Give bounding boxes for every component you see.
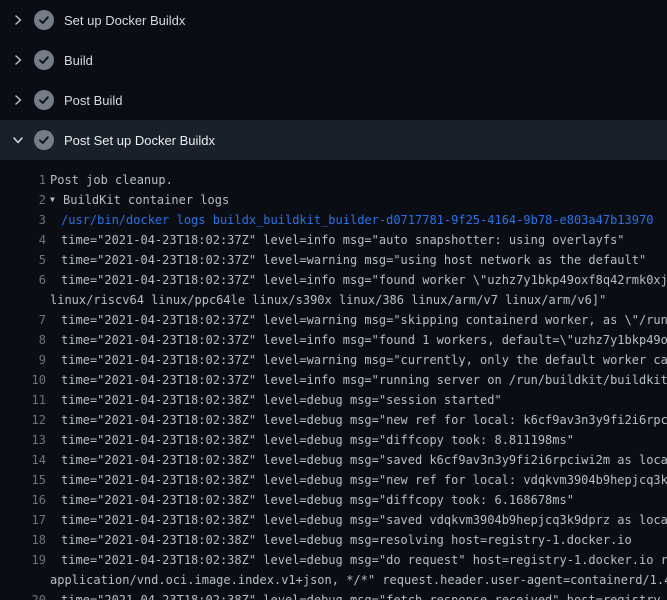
log-line-text: linux/riscv64 linux/ppc64le linux/s390x … [50, 290, 667, 310]
step-row-build[interactable]: Build [0, 40, 667, 80]
step-row-post-set-up-docker-buildx[interactable]: Post Set up Docker Buildx [0, 120, 667, 160]
check-circle-icon [34, 130, 54, 150]
log-line: 4 time="2021-04-23T18:02:37Z" level=info… [0, 230, 667, 250]
log-line: 6 time="2021-04-23T18:02:37Z" level=info… [0, 270, 667, 290]
log-line-text: time="2021-04-23T18:02:37Z" level=warnin… [61, 250, 667, 270]
step-label: Build [64, 53, 93, 68]
log-line-text: time="2021-04-23T18:02:38Z" level=debug … [61, 390, 667, 410]
log-line: 13 time="2021-04-23T18:02:38Z" level=deb… [0, 430, 667, 450]
log-line: 20 time="2021-04-23T18:02:38Z" level=deb… [0, 590, 667, 600]
log-line: 12 time="2021-04-23T18:02:38Z" level=deb… [0, 410, 667, 430]
step-label: Set up Docker Buildx [64, 13, 185, 28]
collapse-triangle-icon[interactable]: ▼ [50, 190, 60, 210]
log-line-text: Post job cleanup. [50, 170, 667, 190]
log-line-text: time="2021-04-23T18:02:38Z" level=debug … [61, 450, 667, 470]
log-line-text: /usr/bin/docker logs buildx_buildkit_bui… [61, 210, 667, 230]
log-line-text: time="2021-04-23T18:02:38Z" level=debug … [61, 430, 667, 450]
log-line-number[interactable]: 11 [0, 390, 46, 410]
log-line-text: time="2021-04-23T18:02:38Z" level=debug … [61, 550, 667, 570]
log-line-number[interactable] [0, 570, 46, 590]
step-label: Post Set up Docker Buildx [64, 133, 215, 148]
steps-list: Set up Docker Buildx Build Post Build [0, 0, 667, 160]
log-line-text: time="2021-04-23T18:02:37Z" level=info m… [61, 230, 667, 250]
log-line: 14 time="2021-04-23T18:02:38Z" level=deb… [0, 450, 667, 470]
log-line-number[interactable]: 10 [0, 370, 46, 390]
chevron-down-icon [12, 134, 24, 146]
log-line-number[interactable]: 4 [0, 230, 46, 250]
log-line: 10 time="2021-04-23T18:02:37Z" level=inf… [0, 370, 667, 390]
log-line: 18 time="2021-04-23T18:02:38Z" level=deb… [0, 530, 667, 550]
log-line: 16 time="2021-04-23T18:02:38Z" level=deb… [0, 490, 667, 510]
log-line-number[interactable]: 15 [0, 470, 46, 490]
log-line-number[interactable]: 1 [0, 170, 46, 190]
chevron-right-icon [12, 14, 24, 26]
log-line-number[interactable]: 14 [0, 450, 46, 470]
log-line: 1 Post job cleanup. [0, 170, 667, 190]
log-line-number[interactable]: 3 [0, 210, 46, 230]
log-line: linux/riscv64 linux/ppc64le linux/s390x … [0, 290, 667, 310]
log-line-number[interactable]: 18 [0, 530, 46, 550]
log-line-number[interactable]: 6 [0, 270, 46, 290]
step-row-set-up-docker-buildx[interactable]: Set up Docker Buildx [0, 0, 667, 40]
log-line: 2 ▼ BuildKit container logs [0, 190, 667, 210]
log-line-number[interactable]: 20 [0, 590, 46, 600]
log-line-text: time="2021-04-23T18:02:38Z" level=debug … [61, 490, 667, 510]
log-line: application/vnd.oci.image.index.v1+json,… [0, 570, 667, 590]
check-circle-icon [34, 50, 54, 70]
log-line-text: time="2021-04-23T18:02:38Z" level=debug … [61, 410, 667, 430]
log-line-text: time="2021-04-23T18:02:37Z" level=info m… [61, 270, 667, 290]
check-circle-icon [34, 10, 54, 30]
step-row-post-build[interactable]: Post Build [0, 80, 667, 120]
log-line: 15 time="2021-04-23T18:02:38Z" level=deb… [0, 470, 667, 490]
log-line-number[interactable]: 17 [0, 510, 46, 530]
log-line: 8 time="2021-04-23T18:02:37Z" level=info… [0, 330, 667, 350]
log-line-number[interactable]: 2 [0, 190, 46, 210]
log-line-text: time="2021-04-23T18:02:37Z" level=warnin… [61, 350, 667, 370]
log-line-text: time="2021-04-23T18:02:38Z" level=debug … [61, 530, 667, 550]
log-line-number[interactable]: 7 [0, 310, 46, 330]
log-line-text: time="2021-04-23T18:02:37Z" level=info m… [61, 330, 667, 350]
step-label: Post Build [64, 93, 123, 108]
log-line: 5 time="2021-04-23T18:02:37Z" level=warn… [0, 250, 667, 270]
log-line: 11 time="2021-04-23T18:02:38Z" level=deb… [0, 390, 667, 410]
log-viewer: 1 Post job cleanup. 2 ▼ BuildKit contain… [0, 160, 667, 600]
log-line-number[interactable]: 12 [0, 410, 46, 430]
log-line-text: time="2021-04-23T18:02:38Z" level=debug … [61, 510, 667, 530]
log-line: 17 time="2021-04-23T18:02:38Z" level=deb… [0, 510, 667, 530]
log-line-text: time="2021-04-23T18:02:37Z" level=info m… [61, 370, 667, 390]
chevron-right-icon [12, 54, 24, 66]
log-line-number[interactable]: 9 [0, 350, 46, 370]
log-line-text[interactable]: BuildKit container logs [63, 190, 667, 210]
log-line: 3 /usr/bin/docker logs buildx_buildkit_b… [0, 210, 667, 230]
log-line-text: time="2021-04-23T18:02:37Z" level=warnin… [61, 310, 667, 330]
log-line-number[interactable]: 13 [0, 430, 46, 450]
log-line: 7 time="2021-04-23T18:02:37Z" level=warn… [0, 310, 667, 330]
log-line-number[interactable]: 8 [0, 330, 46, 350]
log-line-text: time="2021-04-23T18:02:38Z" level=debug … [61, 470, 667, 490]
log-line-text: time="2021-04-23T18:02:38Z" level=debug … [61, 590, 667, 600]
log-line-number[interactable]: 16 [0, 490, 46, 510]
log-line-number[interactable]: 5 [0, 250, 46, 270]
log-line: 19 time="2021-04-23T18:02:38Z" level=deb… [0, 550, 667, 570]
log-line-text: application/vnd.oci.image.index.v1+json,… [50, 570, 667, 590]
check-circle-icon [34, 90, 54, 110]
log-line-number[interactable]: 19 [0, 550, 46, 570]
chevron-right-icon [12, 94, 24, 106]
log-line: 9 time="2021-04-23T18:02:37Z" level=warn… [0, 350, 667, 370]
log-line-number[interactable] [0, 290, 46, 310]
